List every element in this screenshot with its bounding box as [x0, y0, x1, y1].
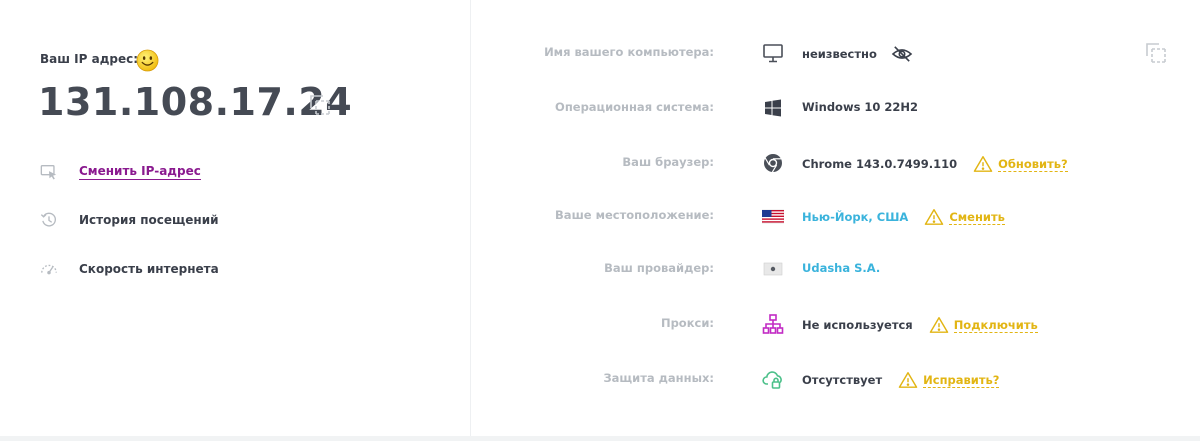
- info-row-computer: Имя вашего компьютера: неизвестно: [480, 40, 1180, 66]
- ip-label: Ваш IP адрес:: [40, 52, 139, 66]
- network-hierarchy-icon: [762, 314, 784, 334]
- computer-name-label: Имя вашего компьютера:: [544, 45, 714, 59]
- info-row-location: Ваше местоположение: Нью-Йорк, США Смени…: [480, 203, 1180, 229]
- provider-label: Ваш провайдер:: [604, 261, 714, 275]
- proxy-text: Не используется: [802, 318, 913, 332]
- os-text: Windows 10 22H2: [802, 100, 919, 114]
- info-row-proxy: Прокси: Не используется Подключить: [480, 311, 1180, 337]
- info-row-provider: Ваш провайдер: Udasha S.A.: [480, 256, 1180, 282]
- update-browser-link[interactable]: Обновить?: [998, 157, 1068, 172]
- connect-proxy-link[interactable]: Подключить: [953, 318, 1038, 333]
- info-row-protection: Защита данных: Отсутствует Исправить?: [480, 366, 1180, 392]
- usa-flag-icon: [762, 209, 784, 224]
- location-label: Ваше местоположение:: [555, 208, 714, 222]
- location-text[interactable]: Нью-Йорк, США: [802, 210, 908, 224]
- chrome-icon: [764, 154, 782, 173]
- warning-icon: [929, 317, 948, 333]
- os-label: Операционная система:: [555, 100, 714, 114]
- os-value: Windows 10 22H2: [802, 100, 918, 114]
- browser-text: Chrome 143.0.7499.110: [802, 157, 958, 171]
- screen-arrow-icon: [40, 165, 57, 180]
- eye-slash-icon[interactable]: [891, 45, 913, 63]
- visit-history-link[interactable]: История посещений: [40, 210, 219, 230]
- browser-value: Chrome 143.0.7499.110 Обновить?: [802, 155, 1068, 173]
- smiley-icon: [136, 49, 159, 72]
- proxy-value: Не используется Подключить: [802, 316, 1038, 334]
- warning-icon: [925, 209, 944, 225]
- panel-divider: [470, 0, 471, 436]
- provider-value: Udasha S.A.: [802, 261, 880, 275]
- computer-name-text: неизвестно: [802, 47, 877, 61]
- protection-value: Отсутствует Исправить?: [802, 371, 1000, 389]
- protection-text: Отсутствует: [802, 373, 883, 387]
- computer-name-value: неизвестно: [802, 45, 913, 63]
- provider-text[interactable]: Udasha S.A.: [802, 261, 880, 275]
- history-clock-icon: [40, 212, 57, 227]
- internet-speed-label: Скорость интернета: [79, 262, 219, 276]
- cloud-lock-icon: [762, 371, 782, 389]
- fix-protection-link[interactable]: Исправить?: [923, 373, 1000, 388]
- warning-icon: [898, 372, 918, 388]
- warning-icon: [973, 156, 993, 172]
- change-ip-label: Сменить IP-адрес: [79, 164, 201, 180]
- browser-label: Ваш браузер:: [622, 155, 714, 169]
- info-row-os: Операционная система: Windows 10 22H2: [480, 95, 1180, 121]
- provider-flag-icon: [763, 262, 783, 276]
- ip-address: 131.108.17.24: [38, 80, 353, 124]
- left-panel: Ваш IP адрес: 131.108.17.24 Сменить IP-а…: [0, 0, 470, 436]
- internet-speed-link[interactable]: Скорость интернета: [40, 259, 219, 279]
- copy-ip-icon[interactable]: [308, 93, 332, 117]
- protection-label: Защита данных:: [603, 371, 715, 385]
- change-location-link[interactable]: Сменить: [949, 210, 1005, 225]
- visit-history-label: История посещений: [79, 213, 219, 227]
- info-row-browser: Ваш браузер: Chrome 143.0.7499.110 Обнов…: [480, 150, 1180, 176]
- speedometer-icon: [41, 264, 57, 275]
- proxy-label: Прокси:: [660, 316, 714, 330]
- monitor-icon: [763, 44, 783, 63]
- change-ip-link[interactable]: Сменить IP-адрес: [40, 162, 201, 182]
- windows-icon: [765, 99, 781, 117]
- location-value: Нью-Йорк, США Сменить: [802, 208, 1005, 226]
- bottom-strip: [0, 436, 1200, 441]
